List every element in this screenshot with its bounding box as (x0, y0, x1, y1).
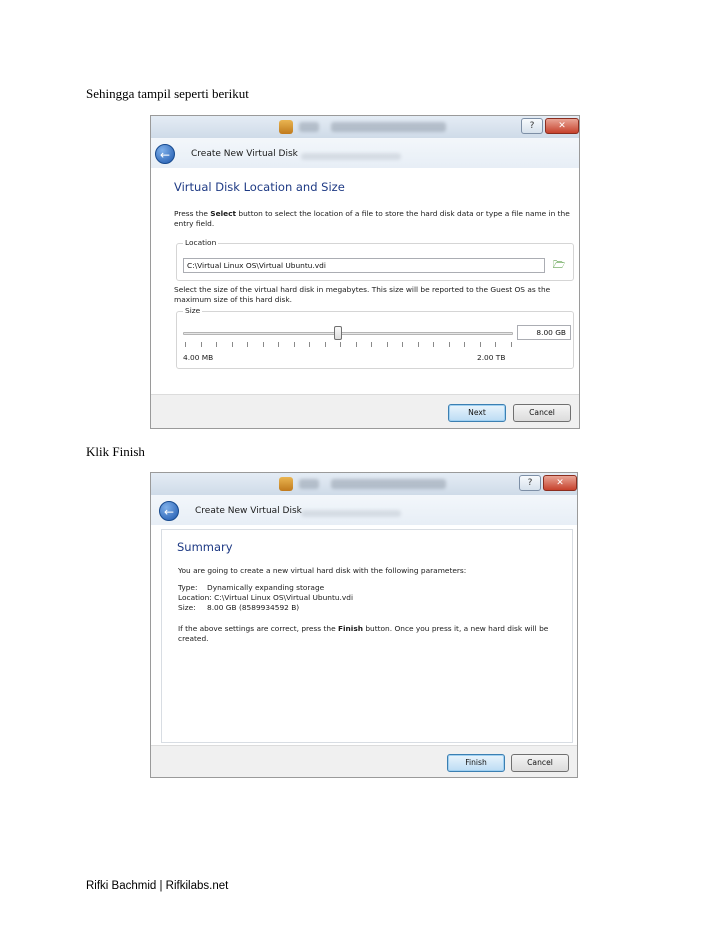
page-heading: Virtual Disk Location and Size (174, 180, 345, 194)
create-virtual-disk-dialog-summary: ? ✕ ← Create New Virtual Disk Summary Yo… (150, 472, 578, 778)
paragraph-klik-finish: Klik Finish (86, 444, 145, 459)
slider-tick (200, 342, 202, 347)
title-bar: ? ✕ (151, 473, 577, 495)
finish-button[interactable]: Finish (447, 754, 505, 772)
folder-select-icon[interactable]: 🗁 (551, 259, 567, 272)
slider-tick (293, 342, 295, 347)
dialog-title: Create New Virtual Disk (191, 149, 298, 159)
size-group-label: Size (183, 306, 203, 315)
size-slider-thumb[interactable] (334, 326, 343, 340)
summary-key: Size: (178, 603, 196, 612)
slider-tick (479, 342, 481, 347)
slider-tick (185, 342, 186, 347)
wizard-content: Virtual Disk Location and Size Press the… (154, 172, 578, 392)
back-arrow-icon[interactable]: ← (155, 144, 175, 164)
paragraph-intro: Sehingga tampil seperti berikut (86, 86, 249, 101)
size-slider-track[interactable] (183, 332, 513, 335)
slider-tick (448, 342, 450, 347)
slider-tick (262, 342, 264, 347)
cancel-button[interactable]: Cancel (511, 754, 569, 772)
summary-key: Location: (178, 593, 212, 602)
size-instruction-text: Select the size of the virtual hard disk… (174, 285, 551, 304)
blurred-window-title (299, 122, 319, 132)
blurred-window-title (331, 122, 446, 132)
slider-tick (278, 342, 280, 347)
help-button[interactable]: ? (519, 475, 541, 491)
location-group: Location C:\Virtual Linux OS\Virtual Ubu… (176, 238, 574, 281)
app-icon (279, 477, 293, 491)
title-bar: ? ✕ (151, 116, 579, 138)
app-icon (279, 120, 293, 134)
slider-tick (216, 342, 218, 347)
instruction-text: Press the Select button to select the lo… (174, 209, 576, 229)
summary-location-row: Location: C:\Virtual Linux OS\Virtual Ub… (178, 593, 353, 602)
summary-intro-text: You are going to create a new virtual ha… (178, 566, 467, 575)
dialog-title: Create New Virtual Disk (195, 506, 302, 516)
slider-tick (247, 342, 249, 347)
wizard-content: Summary You are going to create a new vi… (161, 529, 573, 743)
size-input[interactable]: 8.00 GB (517, 325, 571, 340)
wizard-header: ← Create New Virtual Disk (151, 495, 577, 525)
slider-tick (231, 342, 233, 347)
summary-value: Dynamically expanding storage (207, 583, 325, 592)
slider-tick (355, 342, 357, 347)
slider-tick (433, 342, 435, 347)
wizard-footer: Next Cancel (151, 394, 579, 428)
next-button[interactable]: Next (448, 404, 506, 422)
slider-tick (417, 342, 419, 347)
instruction-text-bold: Select (210, 209, 237, 218)
summary-size-row: Size: 8.00 GB (8589934592 B) (178, 603, 299, 612)
slider-tick (511, 342, 512, 347)
summary-value: C:\Virtual Linux OS\Virtual Ubuntu.vdi (214, 593, 354, 602)
slider-tick (371, 342, 373, 347)
confirm-text-bold: Finish (337, 624, 364, 633)
create-virtual-disk-dialog-location: ? ✕ ← Create New Virtual Disk Virtual Di… (150, 115, 580, 429)
instruction-text-part: Press the (174, 209, 211, 218)
slider-tick (495, 342, 497, 347)
slider-tick (402, 342, 404, 347)
back-arrow-icon[interactable]: ← (159, 501, 179, 521)
blurred-window-title (301, 153, 401, 160)
location-input[interactable]: C:\Virtual Linux OS\Virtual Ubuntu.vdi (183, 258, 545, 273)
cancel-button[interactable]: Cancel (513, 404, 571, 422)
slider-tick (386, 342, 388, 347)
slider-min-label: 4.00 MB (183, 353, 214, 362)
slider-tick (309, 342, 311, 347)
summary-type-row: Type: Dynamically expanding storage (178, 583, 324, 592)
slider-max-label: 2.00 TB (477, 353, 506, 362)
page-footer: Rifki Bachmid | Rifkilabs.net (86, 880, 229, 892)
help-button[interactable]: ? (521, 118, 543, 134)
wizard-footer: Finish Cancel (151, 745, 577, 777)
blurred-window-title (331, 479, 446, 489)
confirm-text: If the above settings are correct, press… (178, 624, 568, 644)
slider-tick (324, 342, 326, 347)
page-heading: Summary (177, 540, 233, 554)
size-group: Size 8.00 GB 4.00 MB 2.00 TB (176, 306, 574, 369)
slider-tick (340, 342, 342, 347)
wizard-header: ← Create New Virtual Disk (151, 138, 579, 168)
blurred-window-title (301, 510, 401, 517)
slider-tick (464, 342, 466, 347)
close-button[interactable]: ✕ (545, 118, 579, 134)
summary-value: 8.00 GB (8589934592 B) (207, 603, 300, 612)
summary-key: Type: (178, 583, 198, 592)
blurred-window-title (299, 479, 319, 489)
confirm-text-part: If the above settings are correct, press… (178, 624, 338, 633)
close-button[interactable]: ✕ (543, 475, 577, 491)
location-group-label: Location (183, 238, 219, 247)
